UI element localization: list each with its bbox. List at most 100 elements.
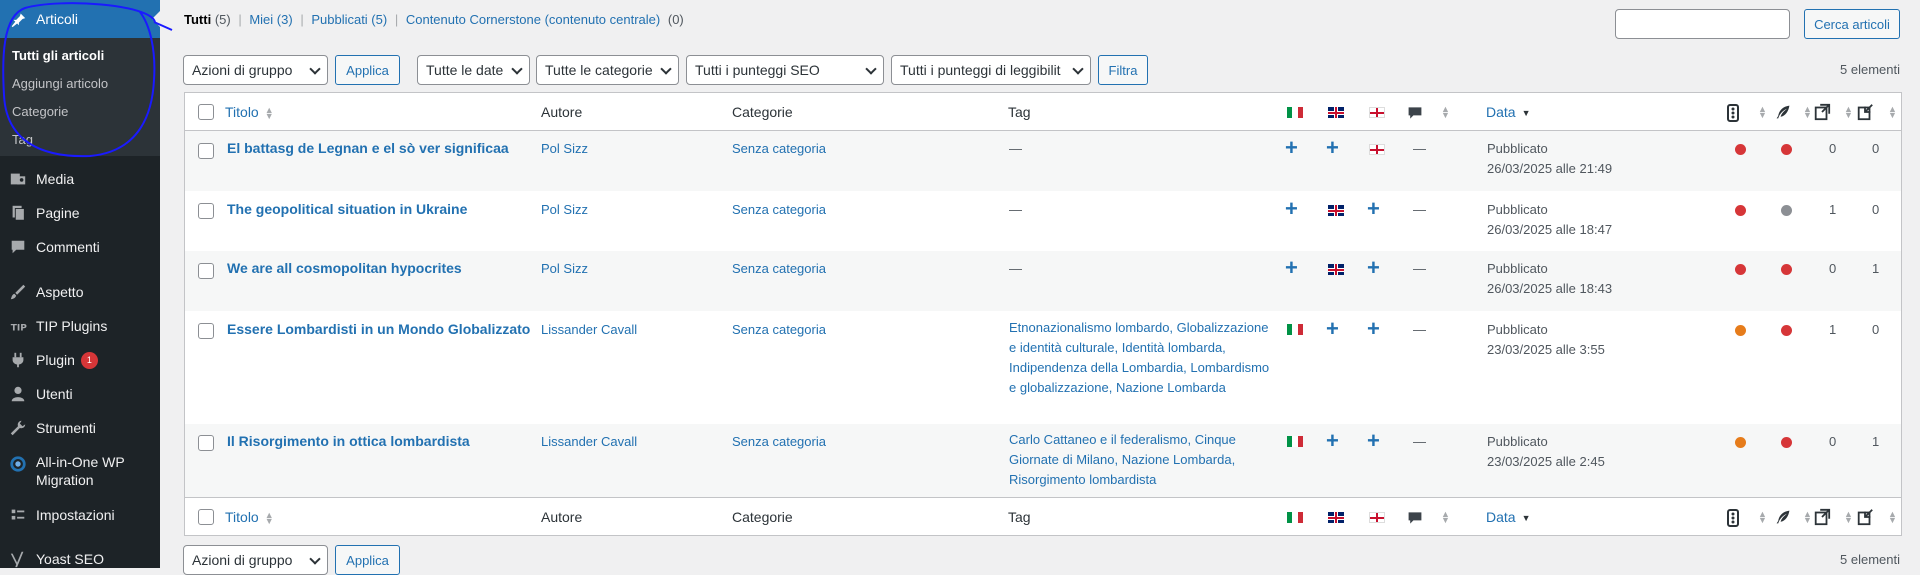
post-title-link[interactable]: We are all cosmopolitan hypocrites [227, 260, 462, 276]
view-separator: | [238, 12, 242, 27]
svg-text:TIP: TIP [11, 324, 27, 334]
comments-column-icon[interactable] [1407, 105, 1423, 124]
incoming-links-column-icon[interactable] [1856, 103, 1874, 124]
category-link[interactable]: Senza categoria [732, 202, 826, 217]
author-link[interactable]: Lissander Cavall [541, 322, 637, 337]
row-checkbox[interactable] [198, 143, 214, 159]
menu-label: All-in-One WP Migration [36, 454, 125, 488]
outgoing-links-column-icon[interactable] [1813, 508, 1831, 529]
add-translation-it-icon[interactable]: + [1285, 257, 1298, 279]
readability-column-icon[interactable] [1775, 104, 1791, 123]
add-translation-lmo-icon[interactable]: + [1367, 318, 1380, 340]
menu-item-all-in-one-migration[interactable]: All-in-One WP Migration [0, 453, 160, 489]
select-all-checkbox[interactable] [198, 509, 214, 525]
links-in-count: 0 [1872, 141, 1880, 156]
view-published-link[interactable]: Pubblicati (5) [311, 12, 387, 27]
submenu-categories[interactable]: Categorie [12, 104, 68, 119]
readability-filter-select[interactable]: Tutti i punteggi di leggibilit [891, 55, 1091, 85]
submenu-add-post[interactable]: Aggiungi articolo [12, 76, 108, 91]
italian-flag-icon[interactable] [1287, 324, 1303, 335]
search-posts-button[interactable]: Cerca articoli [1804, 9, 1900, 39]
comments-column-icon[interactable] [1407, 510, 1423, 529]
menu-item-commenti[interactable]: Commenti [0, 234, 160, 260]
post-status-views: Tutti (5) | Miei (3) | Pubblicati (5) | … [184, 12, 684, 27]
row-checkbox[interactable] [198, 263, 214, 279]
column-title[interactable]: Titolo ▲ ▼ [225, 104, 274, 121]
column-title[interactable]: Titolo ▲ ▼ [225, 509, 274, 526]
select-all-checkbox[interactable] [198, 104, 214, 120]
menu-item-articoli[interactable]: Articoli [0, 0, 160, 38]
add-translation-lmo-icon[interactable]: + [1367, 257, 1380, 279]
table-footer: Titolo ▲ ▼ Autore Categorie Tag ▲ ▼ Data ▼ ▲… [185, 497, 1901, 535]
author-link[interactable]: Pol Sizz [541, 141, 588, 156]
column-date[interactable]: Data ▼ [1486, 509, 1531, 525]
row-checkbox[interactable] [198, 323, 214, 339]
column-date[interactable]: Data ▼ [1486, 104, 1531, 120]
add-translation-en-icon[interactable]: + [1326, 137, 1339, 159]
date-cell: Pubblicato 23/03/2025 alle 3:55 [1487, 322, 1605, 357]
author-link[interactable]: Pol Sizz [541, 202, 588, 217]
category-link[interactable]: Senza categoria [732, 261, 826, 276]
uk-flag-icon[interactable] [1328, 264, 1344, 275]
view-mine-link[interactable]: Miei (3) [249, 12, 292, 27]
tags-list[interactable]: Carlo Cattaneo e il federalismo, Cinque … [1009, 430, 1279, 490]
row-checkbox[interactable] [198, 203, 214, 219]
apply-bulk-button-bottom[interactable]: Applica [335, 545, 400, 575]
lombardy-flag-icon[interactable] [1369, 144, 1385, 155]
comments-count: — [1413, 261, 1426, 276]
menu-item-strumenti[interactable]: Strumenti [0, 415, 160, 441]
menu-item-utenti[interactable]: Utenti [0, 381, 160, 407]
view-all-link[interactable]: Tutti [184, 12, 211, 27]
links-out-count: 0 [1829, 261, 1837, 276]
uk-flag-icon[interactable] [1328, 205, 1344, 216]
add-translation-lmo-icon[interactable]: + [1367, 430, 1380, 452]
menu-item-aspetto[interactable]: Aspetto [0, 279, 160, 305]
author-link[interactable]: Pol Sizz [541, 261, 588, 276]
bulk-actions-select-bottom[interactable]: Azioni di gruppo [183, 545, 328, 575]
add-translation-en-icon[interactable]: + [1326, 318, 1339, 340]
apply-bulk-button[interactable]: Applica [335, 55, 400, 85]
menu-item-impostazioni[interactable]: Impostazioni [0, 502, 160, 528]
brush-icon [0, 283, 36, 301]
add-translation-en-icon[interactable]: + [1326, 430, 1339, 452]
menu-item-pagine[interactable]: Pagine [0, 200, 160, 226]
seo-score-column-icon[interactable] [1727, 509, 1739, 530]
menu-item-plugin[interactable]: Plugin 1 [0, 347, 160, 373]
readability-column-icon[interactable] [1775, 509, 1791, 528]
submenu-tags[interactable]: Tag [12, 132, 33, 147]
uk-flag-icon [1328, 512, 1344, 523]
bulk-actions-select[interactable]: Azioni di gruppo [183, 55, 328, 85]
search-input[interactable] [1615, 9, 1790, 39]
post-title-link[interactable]: El battasg de Legnan e el sò ver signifi… [227, 140, 509, 156]
row-checkbox[interactable] [198, 435, 214, 451]
author-link[interactable]: Lissander Cavall [541, 434, 637, 449]
readability-score-dot [1781, 325, 1792, 336]
submenu-all-posts[interactable]: Tutti gli articoli [12, 48, 104, 63]
category-link[interactable]: Senza categoria [732, 322, 826, 337]
menu-item-media[interactable]: Media [0, 166, 160, 192]
category-link[interactable]: Senza categoria [732, 434, 826, 449]
category-link[interactable]: Senza categoria [732, 141, 826, 156]
filter-button[interactable]: Filtra [1098, 55, 1148, 85]
category-filter-select[interactable]: Tutte le categorie [536, 55, 679, 85]
incoming-links-column-icon[interactable] [1856, 508, 1874, 529]
tags-list[interactable]: Etnonazionalismo lombardo, Globalizzazio… [1009, 318, 1279, 398]
seo-score-column-icon[interactable] [1727, 104, 1739, 125]
outgoing-links-column-icon[interactable] [1813, 103, 1831, 124]
add-translation-lmo-icon[interactable]: + [1367, 198, 1380, 220]
view-cornerstone-link[interactable]: Contenuto Cornerstone (contenuto central… [406, 12, 660, 27]
post-title-link[interactable]: Il Risorgimento in ottica lombardista [227, 433, 470, 449]
add-translation-it-icon[interactable]: + [1285, 198, 1298, 220]
post-title-link[interactable]: Essere Lombardisti in un Mondo Globalizz… [227, 321, 530, 337]
table-row: El battasg de Legnan e el sò ver signifi… [185, 131, 1901, 191]
menu-item-yoast-seo[interactable]: Yoast SEO [0, 546, 160, 572]
lombardy-flag-icon [1369, 107, 1385, 118]
column-tags: Tag [1008, 104, 1031, 120]
add-translation-it-icon[interactable]: + [1285, 137, 1298, 159]
menu-label: Media [36, 171, 75, 187]
menu-item-tip-plugins[interactable]: TIP TIP Plugins [0, 313, 160, 339]
italian-flag-icon[interactable] [1287, 436, 1303, 447]
date-filter-select[interactable]: Tutte le date [417, 55, 530, 85]
post-title-link[interactable]: The geopolitical situation in Ukraine [227, 201, 467, 217]
seo-score-filter-select[interactable]: Tutti i punteggi SEO [686, 55, 884, 85]
